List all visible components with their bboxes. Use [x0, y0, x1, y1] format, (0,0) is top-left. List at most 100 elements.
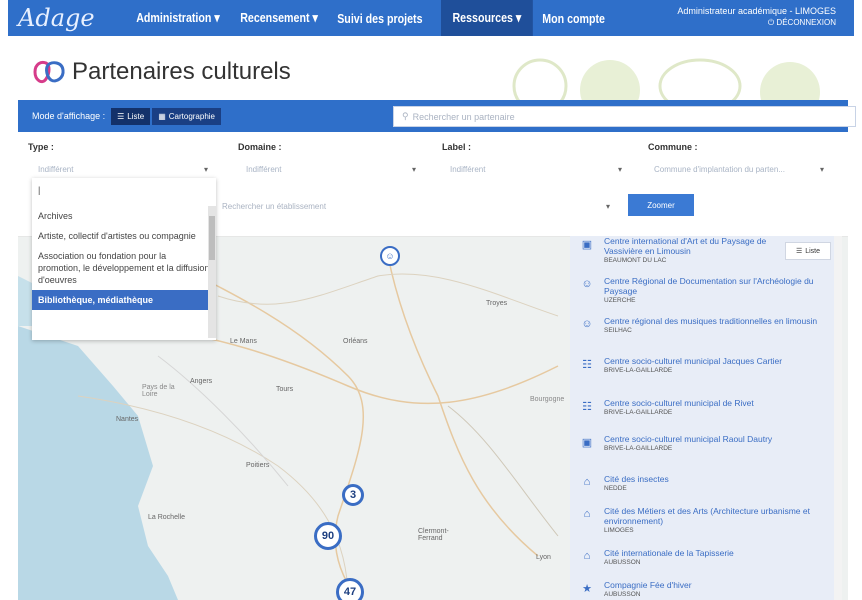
map-cluster[interactable]: 90 — [314, 522, 342, 550]
partners-logo-icon — [33, 60, 65, 84]
mode-liste-label: Liste — [127, 111, 145, 121]
list-item[interactable]: ☺ Centre régional des musiques tradition… — [570, 316, 830, 335]
user-info: Administrateur académique - LIMOGES ⏻ DÉ… — [677, 6, 836, 28]
map-label-angers: Angers — [190, 378, 213, 385]
list-item[interactable]: ⌂ Cité des insectes NEDDE — [570, 474, 830, 493]
user-role: Administrateur académique - LIMOGES — [677, 6, 836, 16]
partner-city: LIMOGES — [604, 527, 634, 534]
logout-link[interactable]: ⏻ DÉCONNEXION — [677, 17, 836, 28]
page-title: Partenaires culturels — [72, 58, 291, 85]
partner-city: AUBUSSON — [604, 559, 641, 566]
type-dropdown-list[interactable]: | Archives Artiste, collectif d'artistes… — [32, 178, 216, 340]
partner-list-panel: ☰ Liste ▣ Centre international d'Art et … — [570, 236, 842, 600]
nav-mon-compte[interactable]: Mon compte — [534, 0, 613, 36]
partner-name[interactable]: Cité des Métiers et des Arts (Architectu… — [604, 506, 830, 526]
list-item[interactable]: ⌂ Cité internationale de la Tapisserie A… — [570, 548, 830, 567]
partner-name[interactable]: Cité internationale de la Tapisserie — [604, 548, 830, 558]
filter-label-select[interactable]: Indifférent ▾ — [450, 160, 622, 178]
app-logo[interactable]: Adage — [8, 4, 128, 32]
partner-name[interactable]: Centre international d'Art et du Paysage… — [604, 236, 774, 256]
type-option[interactable]: | — [32, 178, 216, 200]
partner-name[interactable]: Centre socio-culturel municipal Jacques … — [604, 356, 830, 366]
museum-icon: ⌂ — [583, 508, 591, 520]
list-item[interactable]: ★ Compagnie Fée d'hiver AUBUSSON — [570, 580, 830, 599]
filter-domaine-select[interactable]: Indifférent ▾ — [246, 160, 416, 178]
header-decoration — [512, 58, 820, 102]
nav-ressources[interactable]: Ressources ▾ — [440, 0, 533, 36]
filter-commune-select[interactable]: Commune d'implantation du parten... ▾ — [654, 160, 824, 178]
filter-domaine-value: Indifférent — [246, 164, 282, 174]
people-icon: ☺ — [581, 278, 593, 290]
filter-label-value: Indifférent — [450, 164, 486, 174]
map-icon: ▦ — [158, 111, 166, 121]
etablissement-search-placeholder: Rechercher un établissement — [222, 201, 327, 211]
list-item[interactable]: ☷ Centre socio-culturel municipal Jacque… — [570, 356, 830, 375]
partner-name[interactable]: Centre socio-culturel municipal de Rivet — [604, 398, 830, 408]
type-option[interactable]: Archives — [32, 200, 216, 226]
filter-commune-value: Commune d'implantation du parten... — [654, 164, 785, 174]
map-label-poitiers: Poitiers — [246, 462, 270, 469]
partner-search-input[interactable]: ⚲ Rechercher un partenaire — [393, 106, 856, 127]
etablissement-search-bar: Rechercher un établissement ▾ Zoomer — [216, 188, 848, 236]
type-option[interactable]: Artiste, collectif d'artistes ou compagn… — [32, 226, 216, 246]
map-label-tours: Tours — [276, 386, 294, 393]
partner-city: BRIVE-LA-GAILLARDE — [604, 445, 673, 452]
etablissement-search-input[interactable]: Rechercher un établissement ▾ — [216, 196, 616, 216]
list-item[interactable]: ▣ Centre international d'Art et du Paysa… — [570, 236, 830, 265]
partner-name[interactable]: Centre Régional de Documentation sur l'A… — [604, 276, 830, 296]
museum-icon: ⌂ — [583, 550, 591, 562]
list-item[interactable]: ⌂ Cité des Métiers et des Arts (Architec… — [570, 506, 830, 535]
museum-icon: ⌂ — [583, 476, 591, 488]
partner-city: NEDDE — [604, 485, 627, 492]
map-cluster[interactable]: 47 — [336, 578, 364, 600]
map-label-lyon: Lyon — [536, 554, 551, 561]
list-item[interactable]: ☺ Centre Régional de Documentation sur l… — [570, 276, 830, 305]
chevron-down-icon: ▾ — [203, 164, 208, 174]
map-label-nantes: Nantes — [116, 416, 139, 423]
chevron-down-icon: ▾ — [819, 164, 824, 174]
nav-recensement[interactable]: Recensement ▾ — [232, 0, 326, 36]
search-icon: ⚲ — [402, 111, 409, 121]
people-icon: ☺ — [581, 318, 593, 330]
map-label-region-bourgogne: Bourgogne — [530, 396, 565, 403]
map-cluster[interactable]: 3 — [342, 484, 364, 506]
mode-cartographie-label: Cartographie — [168, 111, 215, 121]
mode-cartographie-button[interactable]: ▦ Cartographie — [152, 107, 221, 125]
map-label-region-pdl: Pays de la Loire — [142, 384, 175, 398]
zoom-button[interactable]: Zoomer — [628, 194, 694, 216]
filter-type-value: Indifférent — [38, 164, 74, 174]
star-icon: ★ — [582, 583, 592, 595]
display-mode-bar: Mode d'affichage : ☰ Liste ▦ Cartographi… — [18, 100, 856, 132]
filter-label-label: Label : — [442, 142, 472, 152]
chevron-down-icon: ▾ — [411, 164, 416, 174]
type-option-selected[interactable]: Bibliothèque, médiathèque — [32, 290, 216, 310]
partner-city: BEAUMONT DU LAC — [604, 257, 667, 264]
map-label-orleans: Orléans — [343, 338, 368, 345]
partner-city: BRIVE-LA-GAILLARDE — [604, 409, 673, 416]
monitor-icon: ▣ — [581, 239, 593, 251]
map-label-la-rochelle: La Rochelle — [148, 514, 185, 521]
partner-name[interactable]: Compagnie Fée d'hiver — [604, 580, 830, 590]
columns-icon: ☷ — [582, 359, 592, 371]
display-mode-label: Mode d'affichage : — [32, 111, 106, 121]
partner-name[interactable]: Cité des insectes — [604, 474, 830, 484]
map-label-troyes: Troyes — [486, 300, 508, 307]
filter-domaine-label: Domaine : — [238, 142, 282, 152]
partner-name[interactable]: Centre socio-culturel municipal Raoul Da… — [604, 434, 830, 444]
list-item[interactable]: ☷ Centre socio-culturel municipal de Riv… — [570, 398, 830, 417]
filter-type-select[interactable]: Indifférent ▾ — [38, 160, 208, 178]
people-icon: ☺ — [385, 251, 395, 261]
columns-icon: ☷ — [582, 401, 592, 413]
list-item[interactable]: ▣ Centre socio-culturel municipal Raoul … — [570, 434, 830, 453]
mode-liste-button[interactable]: ☰ Liste — [111, 107, 151, 125]
top-navbar: Adage Administration ▾ Recensement ▾ Sui… — [8, 0, 854, 36]
list-scrollbar[interactable] — [834, 236, 842, 600]
partner-search-placeholder: Rechercher un partenaire — [412, 111, 515, 122]
filter-commune-label: Commune : — [648, 142, 698, 152]
nav-administration[interactable]: Administration ▾ — [128, 0, 228, 36]
nav-suivi-projets[interactable]: Suivi des projets — [329, 0, 431, 36]
partner-name[interactable]: Centre régional des musiques traditionne… — [604, 316, 830, 326]
map-marker-people[interactable]: ☺ — [380, 246, 400, 266]
dropdown-scroll-thumb[interactable] — [209, 216, 215, 260]
type-option[interactable]: Association ou fondation pour la promoti… — [32, 246, 216, 290]
